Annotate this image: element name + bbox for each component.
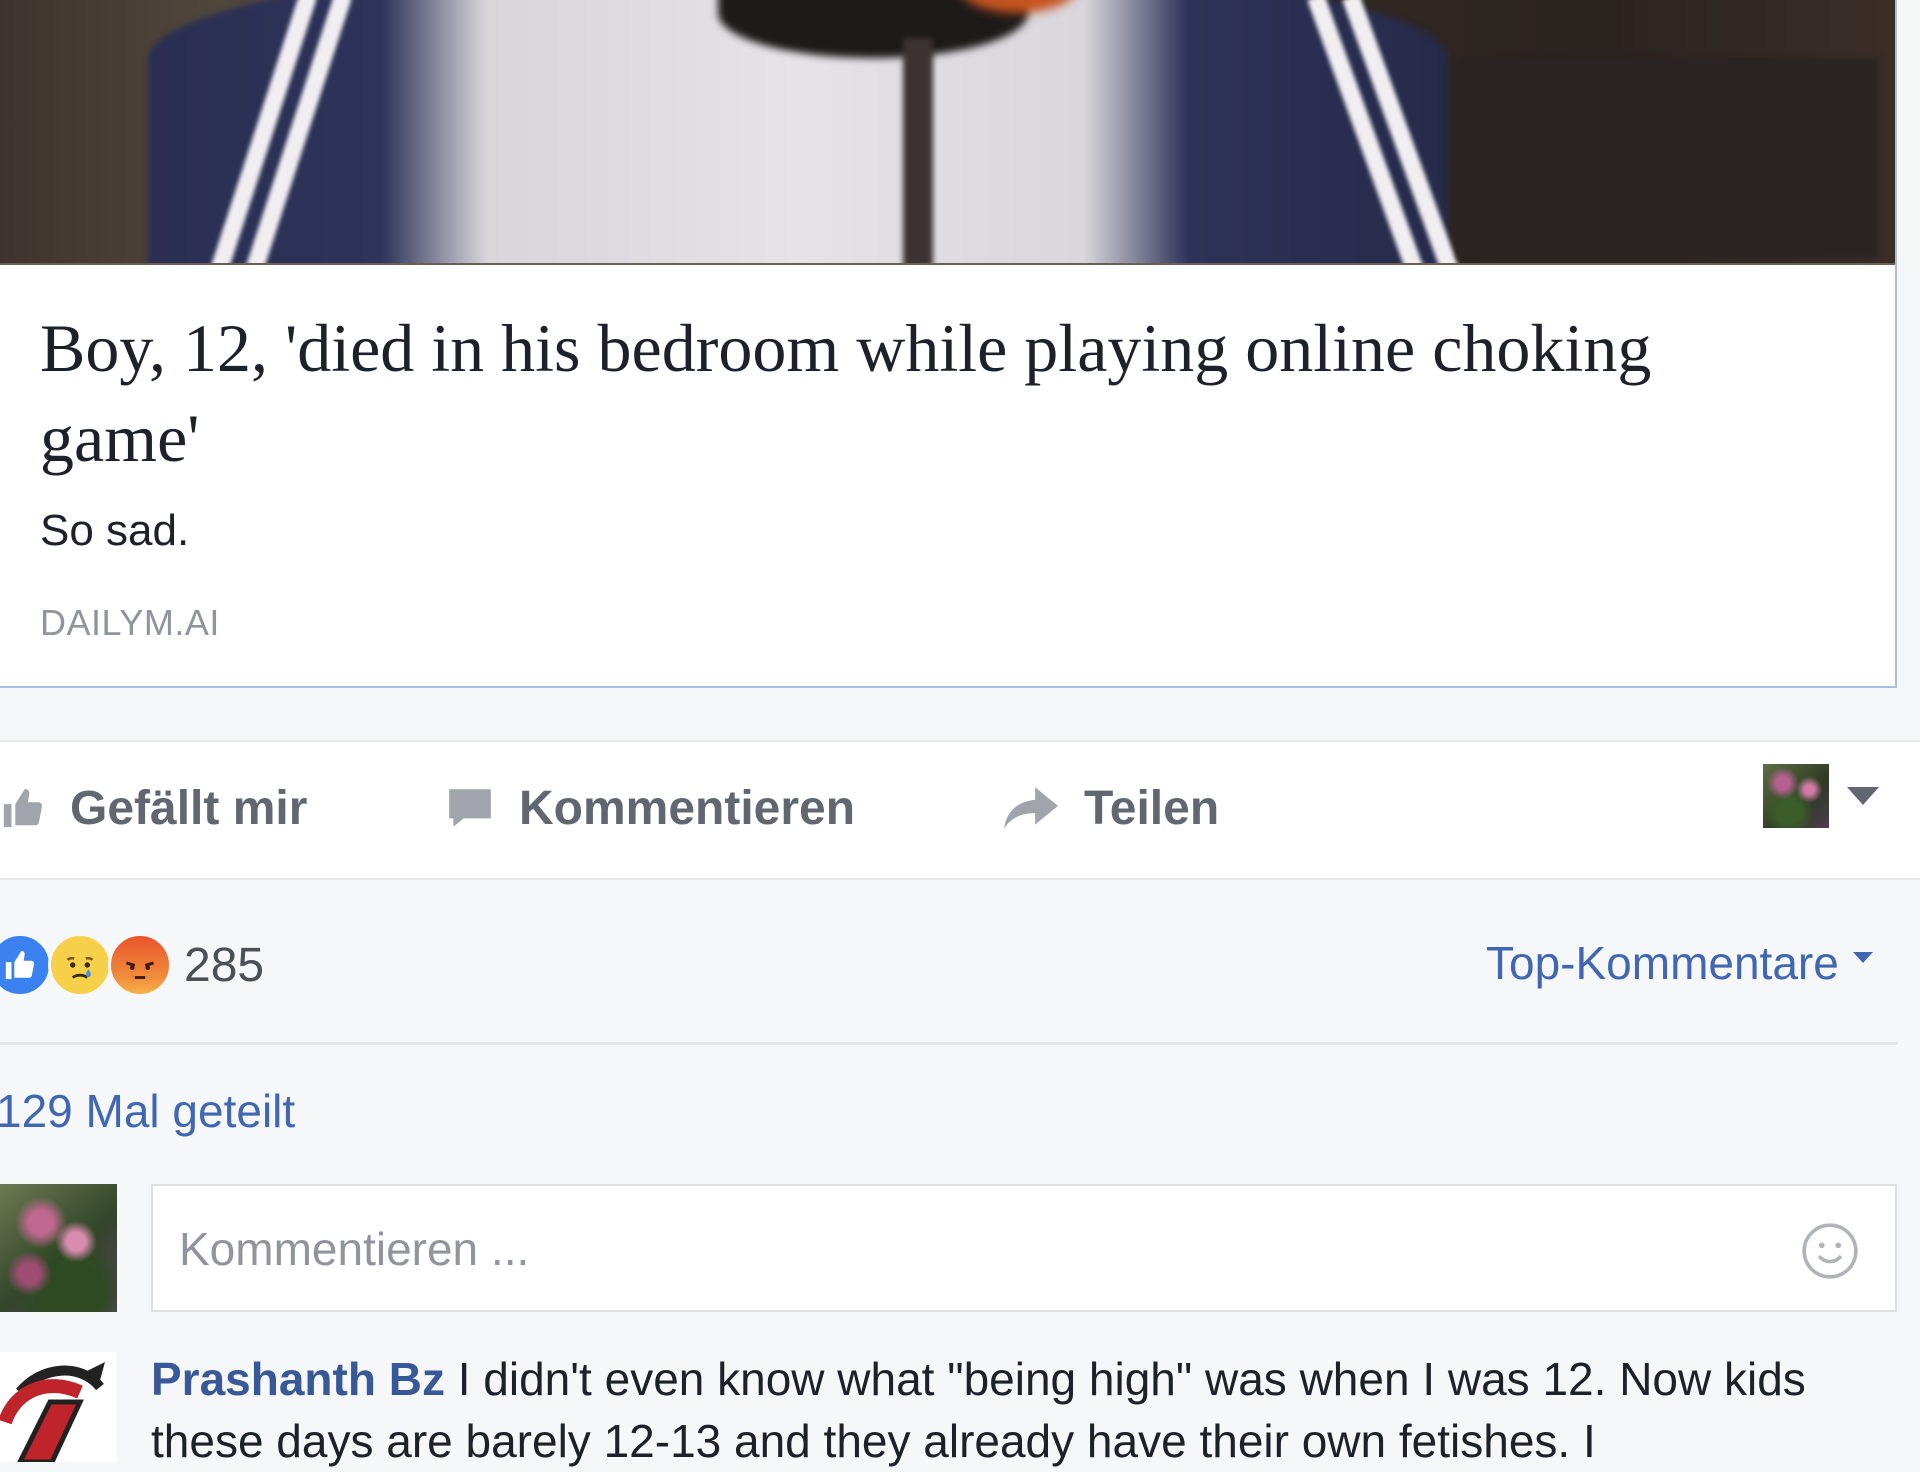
like-button[interactable]: Gefällt mir: [0, 778, 307, 838]
share-arrow-icon: [1002, 783, 1060, 833]
thumbs-up-icon: [0, 785, 46, 831]
speech-bubble-icon: [445, 783, 495, 833]
share-label: Teilen: [1084, 781, 1220, 835]
comment-input[interactable]: [177, 1216, 1681, 1282]
article-image[interactable]: [0, 0, 1895, 265]
post-action-bar: Gefällt mir Kommentieren Teilen: [0, 740, 1920, 880]
comment-sort-dropdown[interactable]: Top-Kommentare: [1486, 936, 1873, 990]
section-divider: [0, 1042, 1898, 1045]
emoji-icon[interactable]: [1799, 1220, 1861, 1287]
comment-label: Kommentieren: [519, 781, 856, 835]
comment-button[interactable]: Kommentieren: [445, 778, 855, 838]
sad-reaction-icon: [48, 933, 112, 997]
comment-body: Prashanth Bz I didn't even know what "be…: [151, 1348, 1891, 1472]
share-button[interactable]: Teilen: [1002, 778, 1219, 838]
like-reaction-icon: [0, 933, 52, 997]
comment-author-link[interactable]: Prashanth Bz: [151, 1353, 445, 1405]
commenter-avatar[interactable]: [0, 1352, 117, 1462]
profile-avatar: [1763, 764, 1829, 828]
link-preview-card[interactable]: Boy, 12, 'died in his bedroom while play…: [0, 0, 1897, 688]
article-headline[interactable]: Boy, 12, 'died in his bedroom while play…: [40, 303, 1740, 483]
current-user-avatar[interactable]: [0, 1184, 117, 1312]
like-label: Gefällt mir: [70, 781, 308, 835]
article-subtitle: So sad.: [40, 506, 190, 555]
comment-composer[interactable]: [151, 1184, 1897, 1312]
reactions-summary[interactable]: 285: [0, 930, 264, 1000]
sort-label: Top-Kommentare: [1486, 937, 1839, 989]
angry-reaction-icon: [108, 933, 172, 997]
post-as-selector[interactable]: [1763, 764, 1879, 828]
caret-down-icon: [1852, 951, 1873, 963]
chevron-down-icon: [1847, 787, 1879, 805]
reaction-count[interactable]: 285: [184, 938, 264, 993]
share-count-link[interactable]: 129 Mal geteilt: [0, 1084, 295, 1138]
article-domain: DAILYM.AI: [40, 602, 220, 643]
